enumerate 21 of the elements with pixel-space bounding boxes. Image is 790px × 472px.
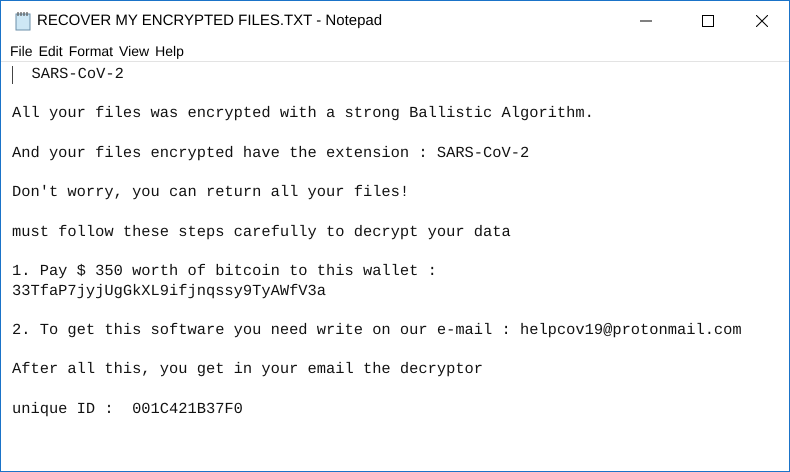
text-line: After all this, you get in your email the decryptor [12,360,484,380]
text-line: 33TfaP7jyjUgGkXL9ifjnqssy9TyAWfV3a [12,282,326,302]
close-icon [756,15,768,27]
menu-item[interactable]: Help [152,42,187,60]
notepad-icon [14,11,32,31]
text-cursor [12,66,13,84]
text-line: SARS-CoV-2 [30,65,124,85]
minimize-icon [640,20,652,22]
window-title: RECOVER MY ENCRYPTED FILES.TXT - Notepad [37,10,382,31]
text-line: Don't worry, you can return all your files! [12,183,410,203]
text-line: must follow these steps carefully to decrypt your data [12,222,511,242]
menu-item[interactable]: Edit [36,42,66,60]
text-line: All your files was encrypted with a strong Ballistic Algorithm. [12,104,594,124]
text-line: unique ID : 001C421B37F0 [12,400,243,420]
text-line: 1. Pay $ 350 worth of bitcoin to this wallet : [12,262,437,282]
text-line: 2. To get this software you need write on our e-mail : helpcov19@protonmail.com [12,321,742,341]
text-line: And your files encrypted have the extension : SARS-CoV-2 [12,144,530,164]
menu-item[interactable]: Format [66,42,116,60]
menu-item[interactable]: View [116,42,152,60]
menu-item[interactable]: File [7,42,36,60]
maximize-icon [702,15,714,27]
